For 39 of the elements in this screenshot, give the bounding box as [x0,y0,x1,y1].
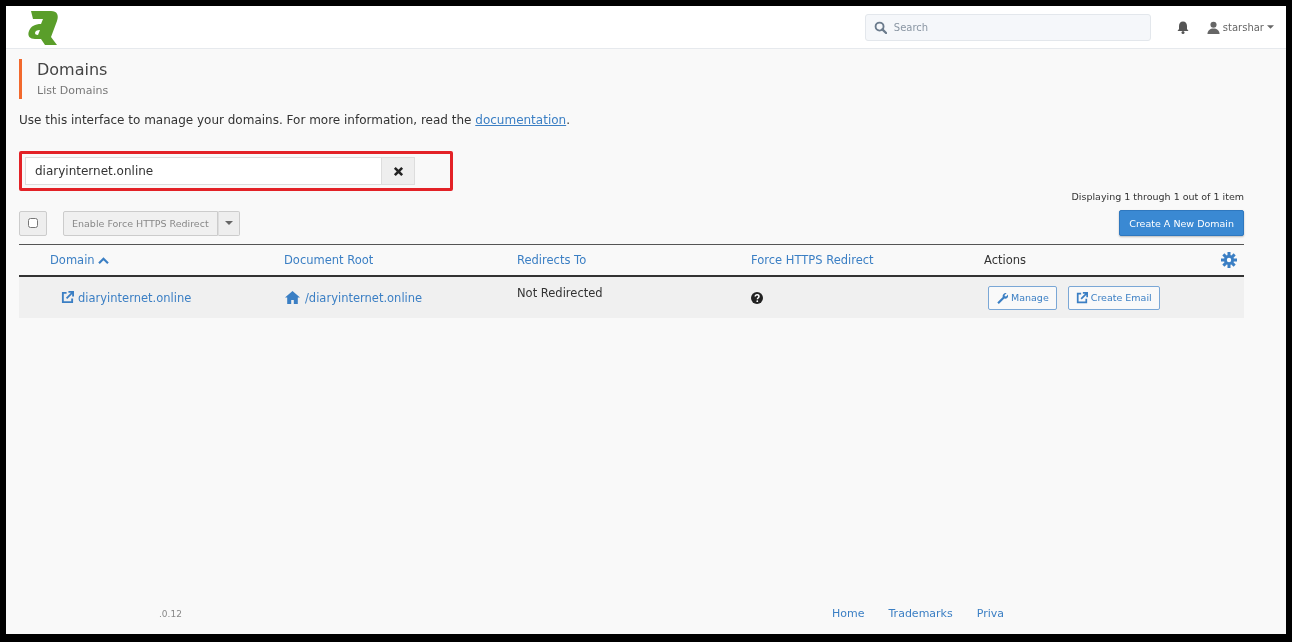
search-field[interactable]: Search [864,13,1151,41]
column-header[interactable]: Domain [50,253,95,267]
external-link-icon [1075,291,1088,304]
wrench-icon [996,291,1008,304]
version-text: .0.12 [159,608,182,619]
user-menu[interactable]: starshar [1206,20,1274,34]
column-header[interactable]: Redirects To [517,253,587,267]
select-all-button[interactable] [19,210,47,236]
results-count: Displaying 1 through 1 out of 1 item [1071,191,1244,202]
dropdown-button[interactable] [217,210,240,236]
user-icon [1206,20,1220,34]
footer-link[interactable]: Trademarks [888,607,953,620]
search-icon [873,20,887,34]
clear-button[interactable] [382,157,415,185]
document-root-link[interactable]: /diaryinternet.online [305,290,423,305]
page-subtitle: List Domains [37,84,109,97]
column-header: Actions [984,253,1026,267]
redirect-status: Not Redirected [517,286,603,300]
accent-bar [19,59,22,99]
caret-icon [1267,25,1274,29]
create-domain-button[interactable]: Create A New Domain [1119,210,1244,236]
page-title: Domains [37,60,109,80]
create-email-button[interactable]: Create Email [1067,285,1160,310]
external-link-icon [61,291,74,304]
column-header[interactable]: Document Root [284,253,374,267]
caret-icon [224,221,233,225]
bell-icon [1175,20,1190,34]
filter-field[interactable]: diaryinternet.online [25,157,382,185]
footer-link[interactable]: Home [832,607,865,620]
column-header[interactable]: Force HTTPS Redirect [751,253,874,267]
home-icon [284,290,301,305]
manage-button[interactable]: Manage [988,285,1057,310]
documentation-link[interactable]: documentation [475,113,567,127]
domain-link[interactable]: diaryinternet.online [78,290,192,305]
help-icon [751,291,763,304]
close-icon [392,165,404,177]
description-text: Use this interface to manage your domains. For more information, read the documentation. [19,113,571,127]
settings-icon [1221,252,1237,268]
footer-link[interactable]: Priva [976,607,1004,620]
